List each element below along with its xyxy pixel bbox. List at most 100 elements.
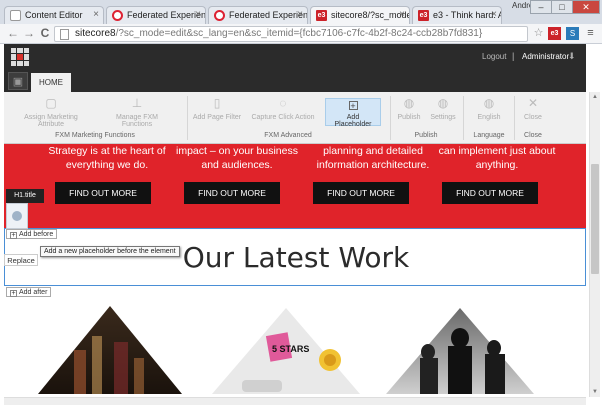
group-publish: Publish [414, 132, 438, 139]
button-label: Capture Click Action [251, 114, 315, 121]
chrome-toolbar-panel[interactable] [6, 203, 28, 229]
forward-button[interactable]: → [22, 26, 36, 40]
page-icon [60, 29, 69, 40]
button-label: Publish [397, 114, 421, 121]
star-icon[interactable]: ☆ [532, 27, 545, 40]
tooltip: Add a new placeholder before the element [40, 246, 180, 257]
ribbon: ▢ Assign Marketing Attribute ⊥ Manage FX… [4, 92, 586, 144]
services-band: Strategy is at the heart of everything w… [4, 144, 586, 228]
maximize-button[interactable]: □ [551, 0, 573, 14]
plus-icon: + [10, 232, 17, 239]
reload-button[interactable]: C [38, 26, 52, 40]
close-ribbon-button[interactable]: ✕ Close [518, 97, 548, 122]
add-placeholder-icon: + [348, 101, 358, 111]
group-close: Close [524, 132, 542, 139]
tab-close-icon[interactable]: × [93, 9, 99, 20]
button-label: Add Placeholder [334, 114, 372, 128]
vertical-scrollbar[interactable]: ▲ ▼ [589, 92, 600, 397]
button-label: Manage FXM Functions [115, 114, 159, 128]
work-thumbnail-3[interactable] [386, 308, 534, 394]
add-before-label: Add before [19, 231, 54, 238]
add-page-filter-button[interactable]: ▯ Add Page Filter [192, 96, 242, 122]
tab-close-icon[interactable]: × [399, 9, 405, 20]
find-out-more-button[interactable]: FIND OUT MORE [55, 182, 151, 204]
extension-e3-icon[interactable]: e3 [548, 27, 561, 40]
sitecore-launchpad-icon[interactable] [11, 48, 29, 66]
back-button[interactable]: ← [6, 26, 20, 40]
button-label: Add Page Filter [192, 114, 242, 121]
language-button[interactable]: ◍ English [472, 96, 506, 122]
scrollbar-thumb[interactable] [591, 164, 599, 274]
replace-button[interactable]: Replace [4, 254, 38, 266]
group-fxm-advanced: FXM Advanced [264, 132, 312, 139]
add-before-button[interactable]: + Add before [6, 229, 58, 239]
window-close-button[interactable]: ✕ [572, 0, 600, 14]
browser-tab-federated-2[interactable]: Federated Experience Ma × [208, 6, 308, 24]
service-text: Strategy is at the heart of everything w… [48, 145, 166, 171]
url-path: /?sc_mode=edit&sc_lang=en&sc_itemid={fcb… [115, 28, 483, 39]
button-label: Close [524, 114, 542, 121]
selected-heading-frame[interactable]: Our Latest Work [4, 228, 586, 286]
tab-title: Content Editor [25, 10, 83, 20]
browser-tab-sitecore-active[interactable]: e3 sitecore8/?sc_mode=edi × [310, 6, 410, 24]
e3-favicon-icon: e3 [316, 10, 327, 21]
url-input[interactable]: sitecore8/?sc_mode=edit&sc_lang=en&sc_it… [54, 26, 528, 42]
group-language: Language [473, 132, 505, 139]
capture-click-action-button[interactable]: ◌ Capture Click Action [250, 97, 316, 122]
manage-fxm-functions-button[interactable]: ⊥ Manage FXM Functions [100, 96, 174, 129]
tab-close-icon[interactable]: × [491, 9, 497, 20]
sticker-text: 5 STARS [272, 344, 309, 354]
document-icon [10, 10, 21, 21]
site-favicon-icon [112, 10, 123, 21]
tab-close-icon[interactable]: × [195, 9, 201, 20]
publish-button[interactable]: ◍ Publish [394, 96, 424, 122]
site-favicon-icon [214, 10, 225, 21]
scroll-up-icon[interactable]: ▲ [590, 92, 600, 102]
tab-home[interactable]: HOME [31, 73, 71, 92]
ribbon-tab-strip: ▣ HOME [4, 70, 586, 92]
service-text: can implement just about anything. [438, 145, 556, 171]
sitecore-extension-icon[interactable]: S [566, 27, 579, 40]
user-dropdown-icon[interactable]: ⬇ [568, 51, 576, 62]
horizontal-scrollbar[interactable] [4, 397, 586, 405]
tab-title: sitecore8/?sc_mode=edi [331, 10, 409, 20]
assign-marketing-attribute-button[interactable]: ▢ Assign Marketing Attribute [14, 96, 88, 129]
ribbon-divider [514, 96, 515, 140]
current-user[interactable]: Administrator [522, 52, 569, 61]
globe-icon: ◍ [403, 96, 415, 110]
button-label: Settings [430, 114, 456, 121]
tab-close-icon[interactable]: × [297, 9, 303, 20]
save-icon[interactable]: ▣ [8, 72, 28, 90]
page-canvas: Strategy is at the heart of everything w… [4, 144, 586, 399]
find-out-more-button[interactable]: FIND OUT MORE [442, 182, 538, 204]
find-out-more-button[interactable]: FIND OUT MORE [313, 182, 409, 204]
browser-tab-federated-1[interactable]: Federated Experience Ma × [106, 6, 206, 24]
fxm-function-icon: ⊥ [131, 96, 143, 110]
tag-icon: ▢ [45, 96, 57, 110]
scroll-down-icon[interactable]: ▼ [590, 387, 600, 397]
url-host: sitecore8 [75, 28, 116, 39]
settings-icon: ◍ [437, 96, 449, 110]
menu-icon[interactable]: ≡ [584, 27, 597, 40]
logout-link[interactable]: Logout [482, 52, 506, 61]
add-placeholder-button[interactable]: + Add Placeholder [325, 98, 381, 128]
group-fxm-marketing-functions: FXM Marketing Functions [55, 132, 135, 139]
tab-title: Federated Experience Ma [127, 10, 206, 20]
header-separator: | [512, 51, 515, 61]
find-out-more-button[interactable]: FIND OUT MORE [184, 182, 280, 204]
service-text: impact – on your business and audiences. [176, 145, 298, 171]
work-thumbnail-1[interactable] [38, 306, 182, 394]
sitecore-header: Logout | Administrator ⬇ [4, 44, 586, 70]
work-thumbnail-2[interactable]: 5 STARS [212, 308, 360, 394]
settings-button[interactable]: ◍ Settings [428, 96, 458, 122]
browser-tab-content-editor[interactable]: Content Editor × [4, 6, 104, 24]
minimize-button[interactable]: – [530, 0, 552, 14]
browser-tab-e3[interactable]: e3 e3 - Think hard. Act digi × [412, 6, 502, 24]
language-icon: ◍ [483, 96, 495, 110]
button-label: Assign Marketing Attribute [24, 114, 78, 128]
latest-work-gallery: 5 STARS [38, 306, 534, 394]
e3-favicon-icon: e3 [418, 10, 429, 21]
tab-title: Federated Experience Ma [229, 10, 308, 20]
page-filter-icon: ▯ [213, 96, 221, 110]
settings-icon[interactable] [12, 211, 22, 221]
